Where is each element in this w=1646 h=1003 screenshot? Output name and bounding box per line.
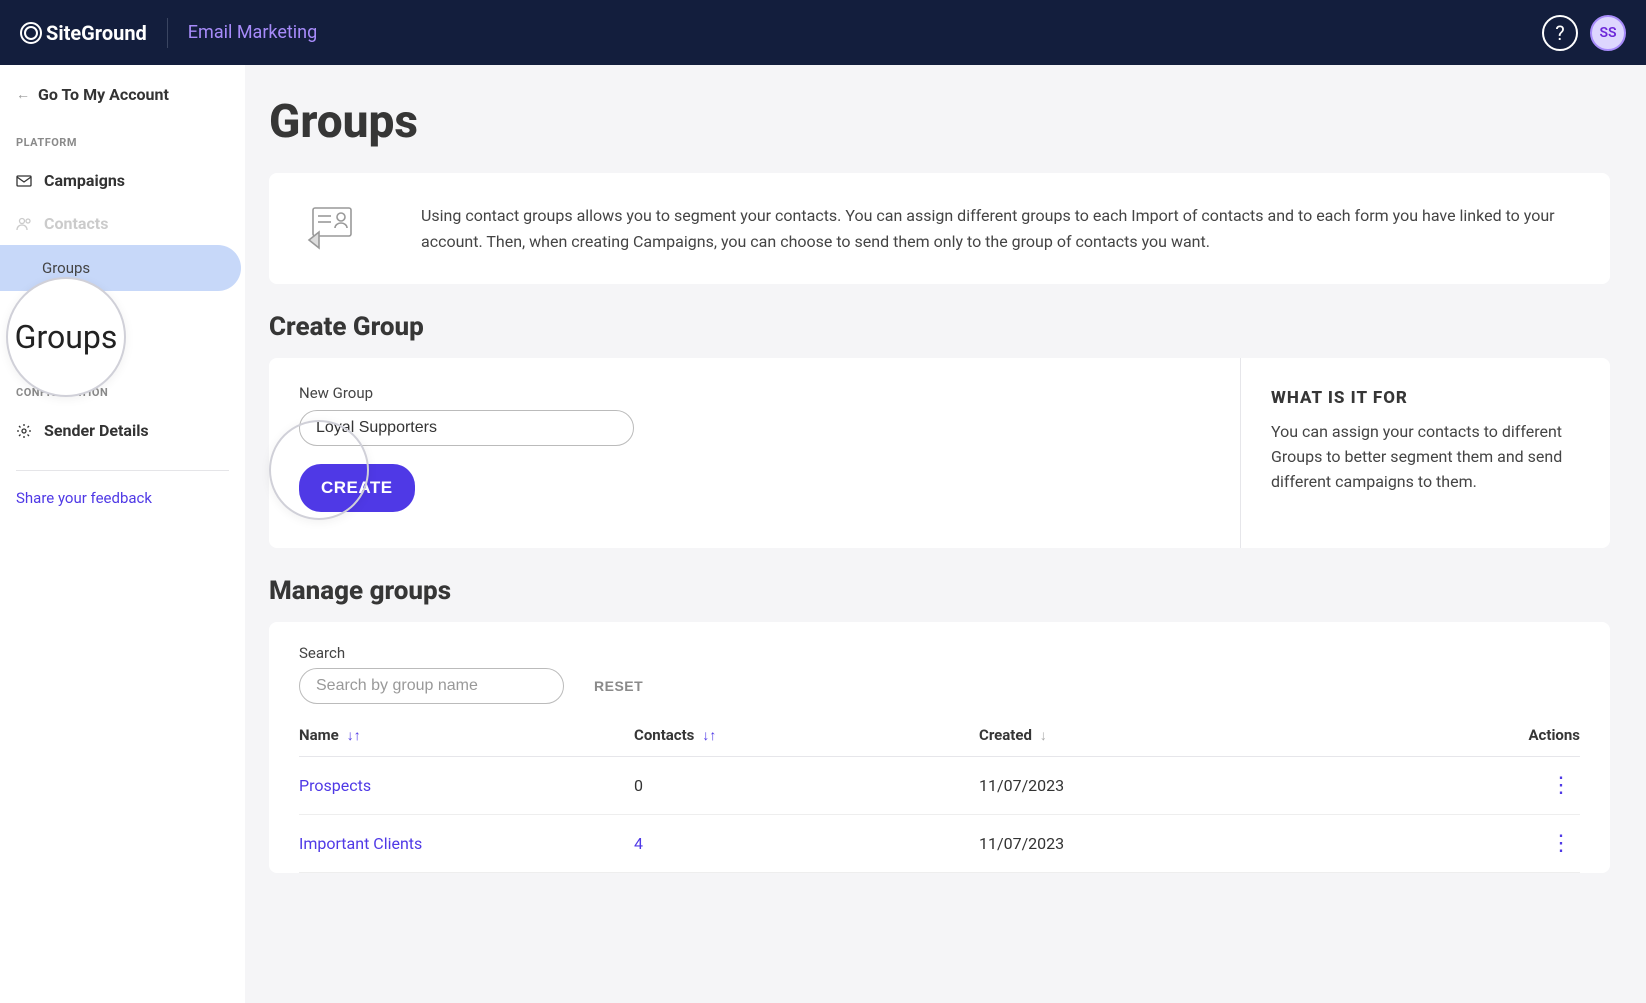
sidebar: ← Go To My Account PLATFORM Campaigns Co… (0, 65, 245, 1003)
create-group-title: Create Group (269, 312, 1610, 342)
kebab-menu-icon[interactable]: ⋮ (1542, 831, 1580, 856)
groups-table: Name ↓↑ Contacts ↓↑ Created ↓ Actions (299, 726, 1580, 873)
avatar[interactable]: SS (1590, 15, 1626, 51)
row-actions: ⋮ (1500, 831, 1580, 856)
group-created-date: 11/07/2023 (979, 834, 1500, 853)
platform-section-label: PLATFORM (0, 122, 245, 159)
sidebar-item-sender-details[interactable]: Sender Details (0, 409, 245, 452)
people-icon (16, 216, 32, 232)
new-group-input[interactable] (299, 410, 634, 446)
group-created-date: 11/07/2023 (979, 776, 1500, 795)
gear-icon (16, 423, 32, 439)
group-contacts-count: 0 (634, 776, 979, 795)
group-name-link[interactable]: Important Clients (299, 834, 634, 853)
sort-icon: ↓ (1040, 727, 1047, 744)
wif-text: You can assign your contacts to differen… (1271, 420, 1580, 494)
share-feedback-link[interactable]: Share your feedback (0, 489, 245, 507)
create-form: New Group CREATE (269, 358, 1240, 548)
create-group-card: New Group CREATE WHAT IS IT FOR You can … (269, 358, 1610, 548)
feedback-label: Share your feedback (16, 489, 152, 507)
column-contacts[interactable]: Contacts ↓↑ (634, 726, 979, 744)
divider (16, 470, 229, 471)
logo-icon (20, 22, 42, 44)
configuration-section-label: CONFIGURATION (0, 372, 245, 409)
main-content: Groups Using contact groups allows you t… (245, 65, 1646, 1003)
sidebar-item-label: Analytics (44, 341, 111, 360)
sidebar-item-label: Groups (42, 259, 90, 277)
logo-text: SiteGround (46, 21, 147, 45)
manage-groups-title: Manage groups (269, 576, 1610, 606)
chart-icon (16, 343, 32, 359)
back-label: Go To My Account (38, 85, 169, 104)
row-actions: ⋮ (1500, 773, 1580, 798)
help-button[interactable]: ? (1542, 15, 1578, 51)
sort-icon: ↓↑ (347, 727, 361, 744)
info-text: Using contact groups allows you to segme… (421, 203, 1574, 254)
siteground-logo[interactable]: SiteGround (20, 21, 147, 45)
sidebar-item-wp-site[interactable]: WP Site (0, 291, 245, 329)
create-button[interactable]: CREATE (299, 464, 415, 512)
wif-title: WHAT IS IT FOR (1271, 388, 1580, 408)
what-is-it-for-panel: WHAT IS IT FOR You can assign your conta… (1240, 358, 1610, 548)
sidebar-item-label: Campaigns (44, 171, 125, 190)
avatar-initials: SS (1599, 25, 1616, 41)
sidebar-item-label: WP Site (42, 301, 94, 319)
sort-icon: ↓↑ (702, 727, 716, 744)
group-name-link[interactable]: Prospects (299, 776, 634, 795)
sidebar-item-label: Contacts (44, 214, 108, 233)
divider-icon (167, 18, 168, 48)
help-icon: ? (1555, 21, 1564, 45)
table-row: Prospects 0 11/07/2023 ⋮ (299, 757, 1580, 815)
header-left: SiteGround Email Marketing (20, 18, 317, 48)
page-title: Groups (269, 95, 1610, 149)
header-right: ? SS (1542, 15, 1626, 51)
envelope-icon (16, 173, 32, 189)
reset-button[interactable]: RESET (594, 678, 643, 694)
kebab-menu-icon[interactable]: ⋮ (1542, 773, 1580, 798)
app-name[interactable]: Email Marketing (188, 22, 317, 43)
sidebar-item-campaigns[interactable]: Campaigns (0, 159, 245, 202)
create-button-label: CREATE (321, 478, 393, 497)
info-card: Using contact groups allows you to segme… (269, 173, 1610, 284)
new-group-label: New Group (299, 384, 1210, 402)
group-contacts-count[interactable]: 4 (634, 834, 979, 853)
contact-group-icon (305, 204, 385, 254)
manage-groups-card: Search RESET Name ↓↑ Contacts ↓↑ (269, 622, 1610, 873)
sidebar-item-label: Sender Details (44, 421, 149, 440)
column-created[interactable]: Created ↓ (979, 726, 1500, 744)
back-to-account-link[interactable]: ← Go To My Account (0, 85, 245, 122)
search-input[interactable] (299, 668, 564, 704)
table-header: Name ↓↑ Contacts ↓↑ Created ↓ Actions (299, 726, 1580, 757)
reset-label: RESET (594, 678, 643, 694)
app-header: SiteGround Email Marketing ? SS (0, 0, 1646, 65)
column-name[interactable]: Name ↓↑ (299, 726, 634, 744)
table-row: Important Clients 4 11/07/2023 ⋮ (299, 815, 1580, 873)
column-actions: Actions (1500, 726, 1580, 744)
arrow-left-icon: ← (16, 86, 30, 103)
sidebar-item-analytics[interactable]: Analytics (0, 329, 245, 372)
sidebar-item-contacts[interactable]: Contacts (0, 202, 245, 245)
search-label: Search (299, 644, 1580, 662)
sidebar-item-groups[interactable]: Groups (0, 245, 241, 291)
